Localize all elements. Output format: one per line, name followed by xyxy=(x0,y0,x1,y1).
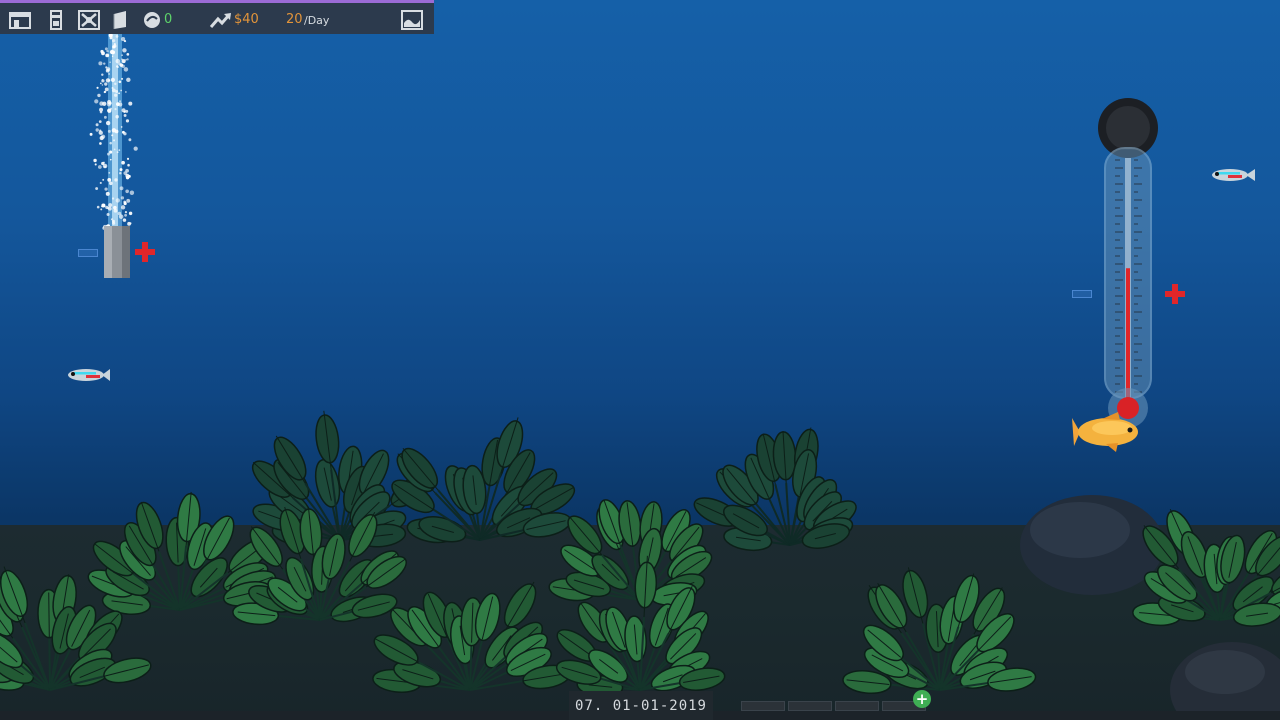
income-unit: /Day xyxy=(304,14,330,27)
shop-icon[interactable] xyxy=(8,9,32,31)
date-display: 07. 01-01-2019 xyxy=(569,691,713,720)
goldfish[interactable] xyxy=(1072,410,1144,454)
plant xyxy=(372,581,572,694)
pearl-count: 0 xyxy=(164,12,173,27)
inventory-slot[interactable] xyxy=(788,701,832,711)
income-value: 20 xyxy=(286,12,303,27)
top-toolbar: 0 $40 20 /Day xyxy=(0,0,434,34)
plant xyxy=(1132,509,1280,627)
book-icon[interactable] xyxy=(109,9,133,31)
inventory-slot[interactable] xyxy=(741,701,785,711)
heater-increase-button[interactable] xyxy=(1165,284,1185,304)
plant xyxy=(693,427,857,552)
equipment-icon[interactable] xyxy=(44,9,68,31)
plant xyxy=(842,567,1037,695)
plant xyxy=(87,491,277,615)
fish-icon[interactable] xyxy=(77,9,101,31)
tank-view-icon[interactable] xyxy=(400,9,424,31)
add-slot-button[interactable]: + xyxy=(913,690,931,708)
thermometer-heater[interactable] xyxy=(1095,98,1165,438)
trend-up-icon xyxy=(209,9,233,31)
bubbler-decrease-button[interactable] xyxy=(78,249,98,257)
inventory-slot[interactable] xyxy=(835,701,879,711)
neon-tetra-fish[interactable] xyxy=(66,364,110,386)
plant xyxy=(391,417,576,544)
aquarium-plants xyxy=(0,410,1280,698)
bubbler-increase-button[interactable] xyxy=(135,242,155,262)
pearl-icon xyxy=(140,9,164,31)
neon-tetra-fish[interactable] xyxy=(1210,164,1256,186)
money-display: $40 xyxy=(234,12,259,27)
heater-decrease-button[interactable] xyxy=(1072,290,1092,298)
